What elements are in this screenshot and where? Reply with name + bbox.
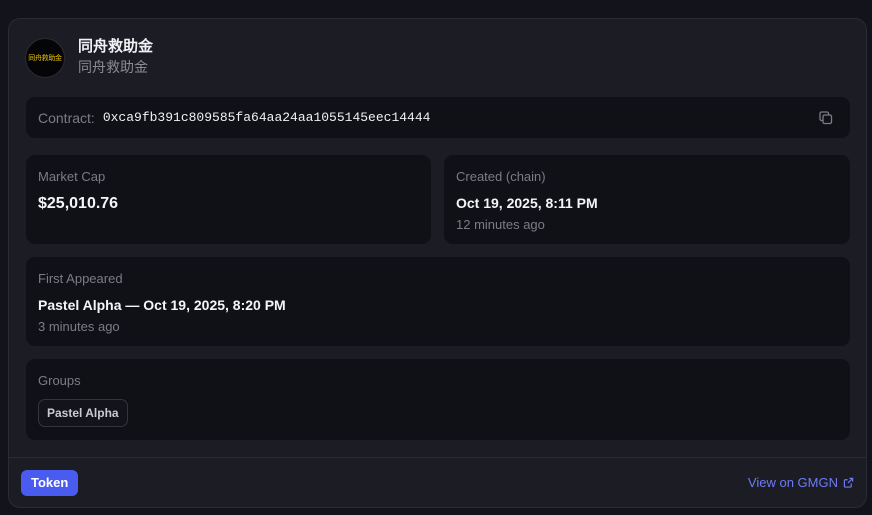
created-label: Created (chain) <box>456 169 546 184</box>
market-cap-value: $25,010.76 <box>38 195 119 212</box>
groups-panel: Groups Pastel Alpha <box>26 359 850 440</box>
created-panel: Created (chain) Oct 19, 2025, 8:11 PM 12… <box>444 155 850 244</box>
token-badge[interactable]: Token <box>21 470 79 496</box>
contract-panel: Contract: 0xca9fb391c809585fa64aa24aa105… <box>26 97 850 138</box>
contract-label: Contract: <box>38 109 95 126</box>
first-appeared-relative: 3 minutes ago <box>38 319 120 334</box>
view-on-gmgn-label: View on GMGN <box>747 475 838 490</box>
token-avatar: 同舟救助金 <box>25 38 65 78</box>
contract-address[interactable]: 0xca9fb391c809585fa64aa24aa1055145eec144… <box>103 110 431 125</box>
title-block: 同舟救助金 同舟救助金 <box>78 37 153 79</box>
market-cap-panel: Market Cap $25,010.76 <box>26 155 431 244</box>
created-relative: 12 minutes ago <box>456 217 545 232</box>
groups-label: Groups <box>38 373 81 388</box>
card-footer: Token View on GMGN <box>9 457 866 508</box>
copy-icon[interactable] <box>818 110 834 126</box>
view-on-gmgn-link[interactable]: View on GMGN <box>748 475 854 490</box>
token-subtitle: 同舟救助金 <box>78 60 148 76</box>
token-card: 同舟救助金 同舟救助金 同舟救助金 Contract: 0xca9fb391c8… <box>8 18 867 508</box>
created-value: Oct 19, 2025, 8:11 PM <box>456 195 598 211</box>
market-cap-label: Market Cap <box>38 169 106 184</box>
first-appeared-panel: First Appeared Pastel Alpha — Oct 19, 20… <box>26 257 850 346</box>
token-header: 同舟救助金 同舟救助金 同舟救助金 <box>25 37 153 79</box>
group-chip[interactable]: Pastel Alpha <box>38 399 128 427</box>
external-link-icon <box>843 477 854 488</box>
token-name: 同舟救助金 <box>78 37 154 55</box>
first-appeared-label: First Appeared <box>38 271 123 286</box>
first-appeared-value: Pastel Alpha — Oct 19, 2025, 8:20 PM <box>38 297 286 313</box>
